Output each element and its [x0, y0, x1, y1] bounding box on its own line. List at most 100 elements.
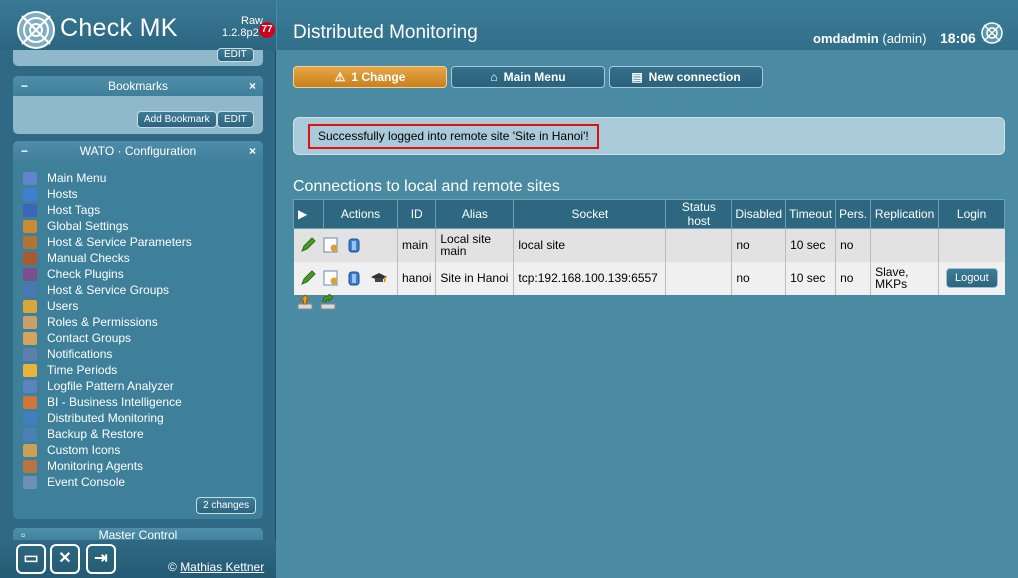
activate-changes-button[interactable]: ⚠ 1 Change [293, 66, 447, 88]
replication-icon[interactable] [320, 292, 336, 310]
sidebar-footer: ▭ ✕ ⇥ © Mathias Kettner [0, 540, 276, 578]
wato-menu-item[interactable]: Backup & Restore [23, 426, 192, 442]
column-header: Login [938, 199, 1006, 229]
wato-menu-label: Global Settings [47, 219, 129, 233]
site-socket: local site [513, 228, 666, 262]
column-header: Socket [513, 199, 667, 229]
connections-title: Connections to local and remote sites [293, 178, 560, 195]
wato-menu-item[interactable]: Notifications [23, 346, 192, 362]
row-actions [293, 228, 398, 262]
minimize-icon[interactable]: − [21, 141, 28, 161]
wato-menu-item[interactable]: Host Tags [23, 202, 192, 218]
wato-menu-label: Monitoring Agents [47, 459, 144, 473]
wato-menu-item[interactable]: Manual Checks [23, 250, 192, 266]
wato-menu-item[interactable]: Custom Icons [23, 442, 192, 458]
wato-menu-label: Roles & Permissions [47, 315, 158, 329]
site-globals-icon[interactable] [323, 270, 339, 286]
wato-menu-label: BI - Business Intelligence [47, 395, 182, 409]
table-row: main Local site main local site no 10 se… [293, 228, 1005, 262]
wato-menu-label: Host & Service Parameters [47, 235, 192, 249]
settings-icon [23, 220, 37, 233]
wato-menu-item[interactable]: Event Console [23, 474, 192, 490]
close-icon[interactable]: × [249, 141, 256, 161]
wato-menu-item[interactable]: Host & Service Parameters [23, 234, 192, 250]
table-footer-actions [297, 292, 340, 313]
wato-menu-item[interactable]: Users [23, 298, 192, 314]
wato-menu: Main Menu Hosts Host Tags Global Settings Ho… [23, 170, 192, 490]
main-menu-button[interactable]: ⌂ Main Menu [451, 66, 605, 88]
add-bookmark-button[interactable]: Add Bookmark [137, 111, 217, 128]
minimize-icon[interactable]: − [21, 76, 28, 96]
sites-table: ▶ Actions ID Alias Socket Status host Di… [293, 199, 1006, 295]
logfile-icon [23, 380, 37, 393]
logout-icon[interactable]: ⇥ [86, 544, 116, 574]
wato-menu-item[interactable]: Distributed Monitoring [23, 410, 192, 426]
wato-menu-item[interactable]: Hosts [23, 186, 192, 202]
wato-menu-item[interactable]: Monitoring Agents [23, 458, 192, 474]
site-globals-icon[interactable] [323, 237, 339, 253]
site-timeout: 10 sec [785, 228, 836, 262]
wato-menu-label: Logfile Pattern Analyzer [47, 379, 174, 393]
werks-count-badge[interactable]: 77 [259, 22, 275, 38]
edit-icon[interactable] [300, 237, 316, 253]
wato-menu-item[interactable]: Time Periods [23, 362, 192, 378]
site-id: hanoi [396, 261, 436, 295]
checkmk-small-logo-icon [981, 22, 1003, 44]
wato-menu-item[interactable]: Main Menu [23, 170, 192, 186]
wato-menu-label: Contact Groups [47, 331, 132, 345]
wato-menu-item[interactable]: Check Plugins [23, 266, 192, 282]
sidebar: Check MK Raw 1.2.8p2 77 EDIT − Bookmarks… [0, 0, 276, 578]
wato-menu-label: Time Periods [47, 363, 118, 377]
wato-title: WATO · Configuration [79, 144, 197, 158]
site-login [938, 228, 1005, 262]
edit-icon[interactable] [300, 270, 316, 286]
changes-label: 1 Change [351, 70, 406, 84]
groups-icon [23, 284, 37, 297]
site-status-host [665, 228, 732, 262]
manual-checks-icon [23, 252, 37, 265]
clock: 18:06 [940, 30, 976, 46]
close-icon[interactable]: × [249, 76, 256, 96]
table-row: hanoi Site in Hanoi tcp:192.168.100.139:… [293, 261, 1005, 295]
checkmk-logo-icon[interactable] [16, 10, 56, 50]
wato-menu-item[interactable]: Roles & Permissions [23, 314, 192, 330]
copyright-link[interactable]: Mathias Kettner [180, 560, 264, 574]
bookmarks-snapin-header[interactable]: − Bookmarks × [13, 76, 263, 96]
wato-menu-item[interactable]: Contact Groups [23, 330, 192, 346]
tools-icon[interactable]: ✕ [50, 544, 80, 574]
success-message-box: Successfully logged into remote site 'Si… [293, 117, 1005, 155]
wato-menu-label: Backup & Restore [47, 427, 144, 441]
notifications-icon [23, 348, 37, 361]
wato-menu-item[interactable]: BI - Business Intelligence [23, 394, 192, 410]
wato-snapin-header[interactable]: − WATO · Configuration × [13, 141, 263, 161]
wato-menu-item[interactable]: Logfile Pattern Analyzer [23, 378, 192, 394]
delete-icon[interactable] [346, 270, 362, 286]
delete-icon[interactable] [346, 237, 362, 253]
new-connection-label: New connection [648, 70, 741, 84]
upload-icon[interactable] [297, 294, 313, 310]
add-snapin-icon[interactable]: ▭ [16, 544, 46, 574]
wato-menu-label: Custom Icons [47, 443, 121, 457]
logout-button[interactable]: Logout [946, 268, 998, 288]
login-hat-icon[interactable] [370, 270, 387, 286]
column-header: Disabled [731, 199, 787, 229]
wato-menu-item[interactable]: Global Settings [23, 218, 192, 234]
previous-snapin-edit-button[interactable]: EDIT [217, 48, 254, 62]
site-replication: Slave, MKPs [870, 261, 939, 295]
username[interactable]: omdadmin [813, 31, 879, 46]
site-replication [870, 228, 939, 262]
wato-menu-label: Event Console [47, 475, 126, 489]
toggle-columns-icon[interactable]: ▶ [293, 199, 324, 229]
bookmarks-edit-button[interactable]: EDIT [217, 111, 254, 128]
wato-menu-item[interactable]: Host & Service Groups [23, 282, 192, 298]
home-icon: ⌂ [490, 70, 498, 84]
tags-icon [23, 204, 37, 217]
bi-icon [23, 396, 37, 409]
pending-changes-button[interactable]: 2 changes [196, 497, 257, 514]
rulesets-icon [23, 236, 37, 249]
new-connection-button[interactable]: ▤ New connection [609, 66, 763, 88]
page-title: Distributed Monitoring [293, 22, 478, 43]
row-actions [293, 261, 398, 295]
site-disabled: no [731, 261, 786, 295]
time-periods-icon [23, 364, 37, 377]
